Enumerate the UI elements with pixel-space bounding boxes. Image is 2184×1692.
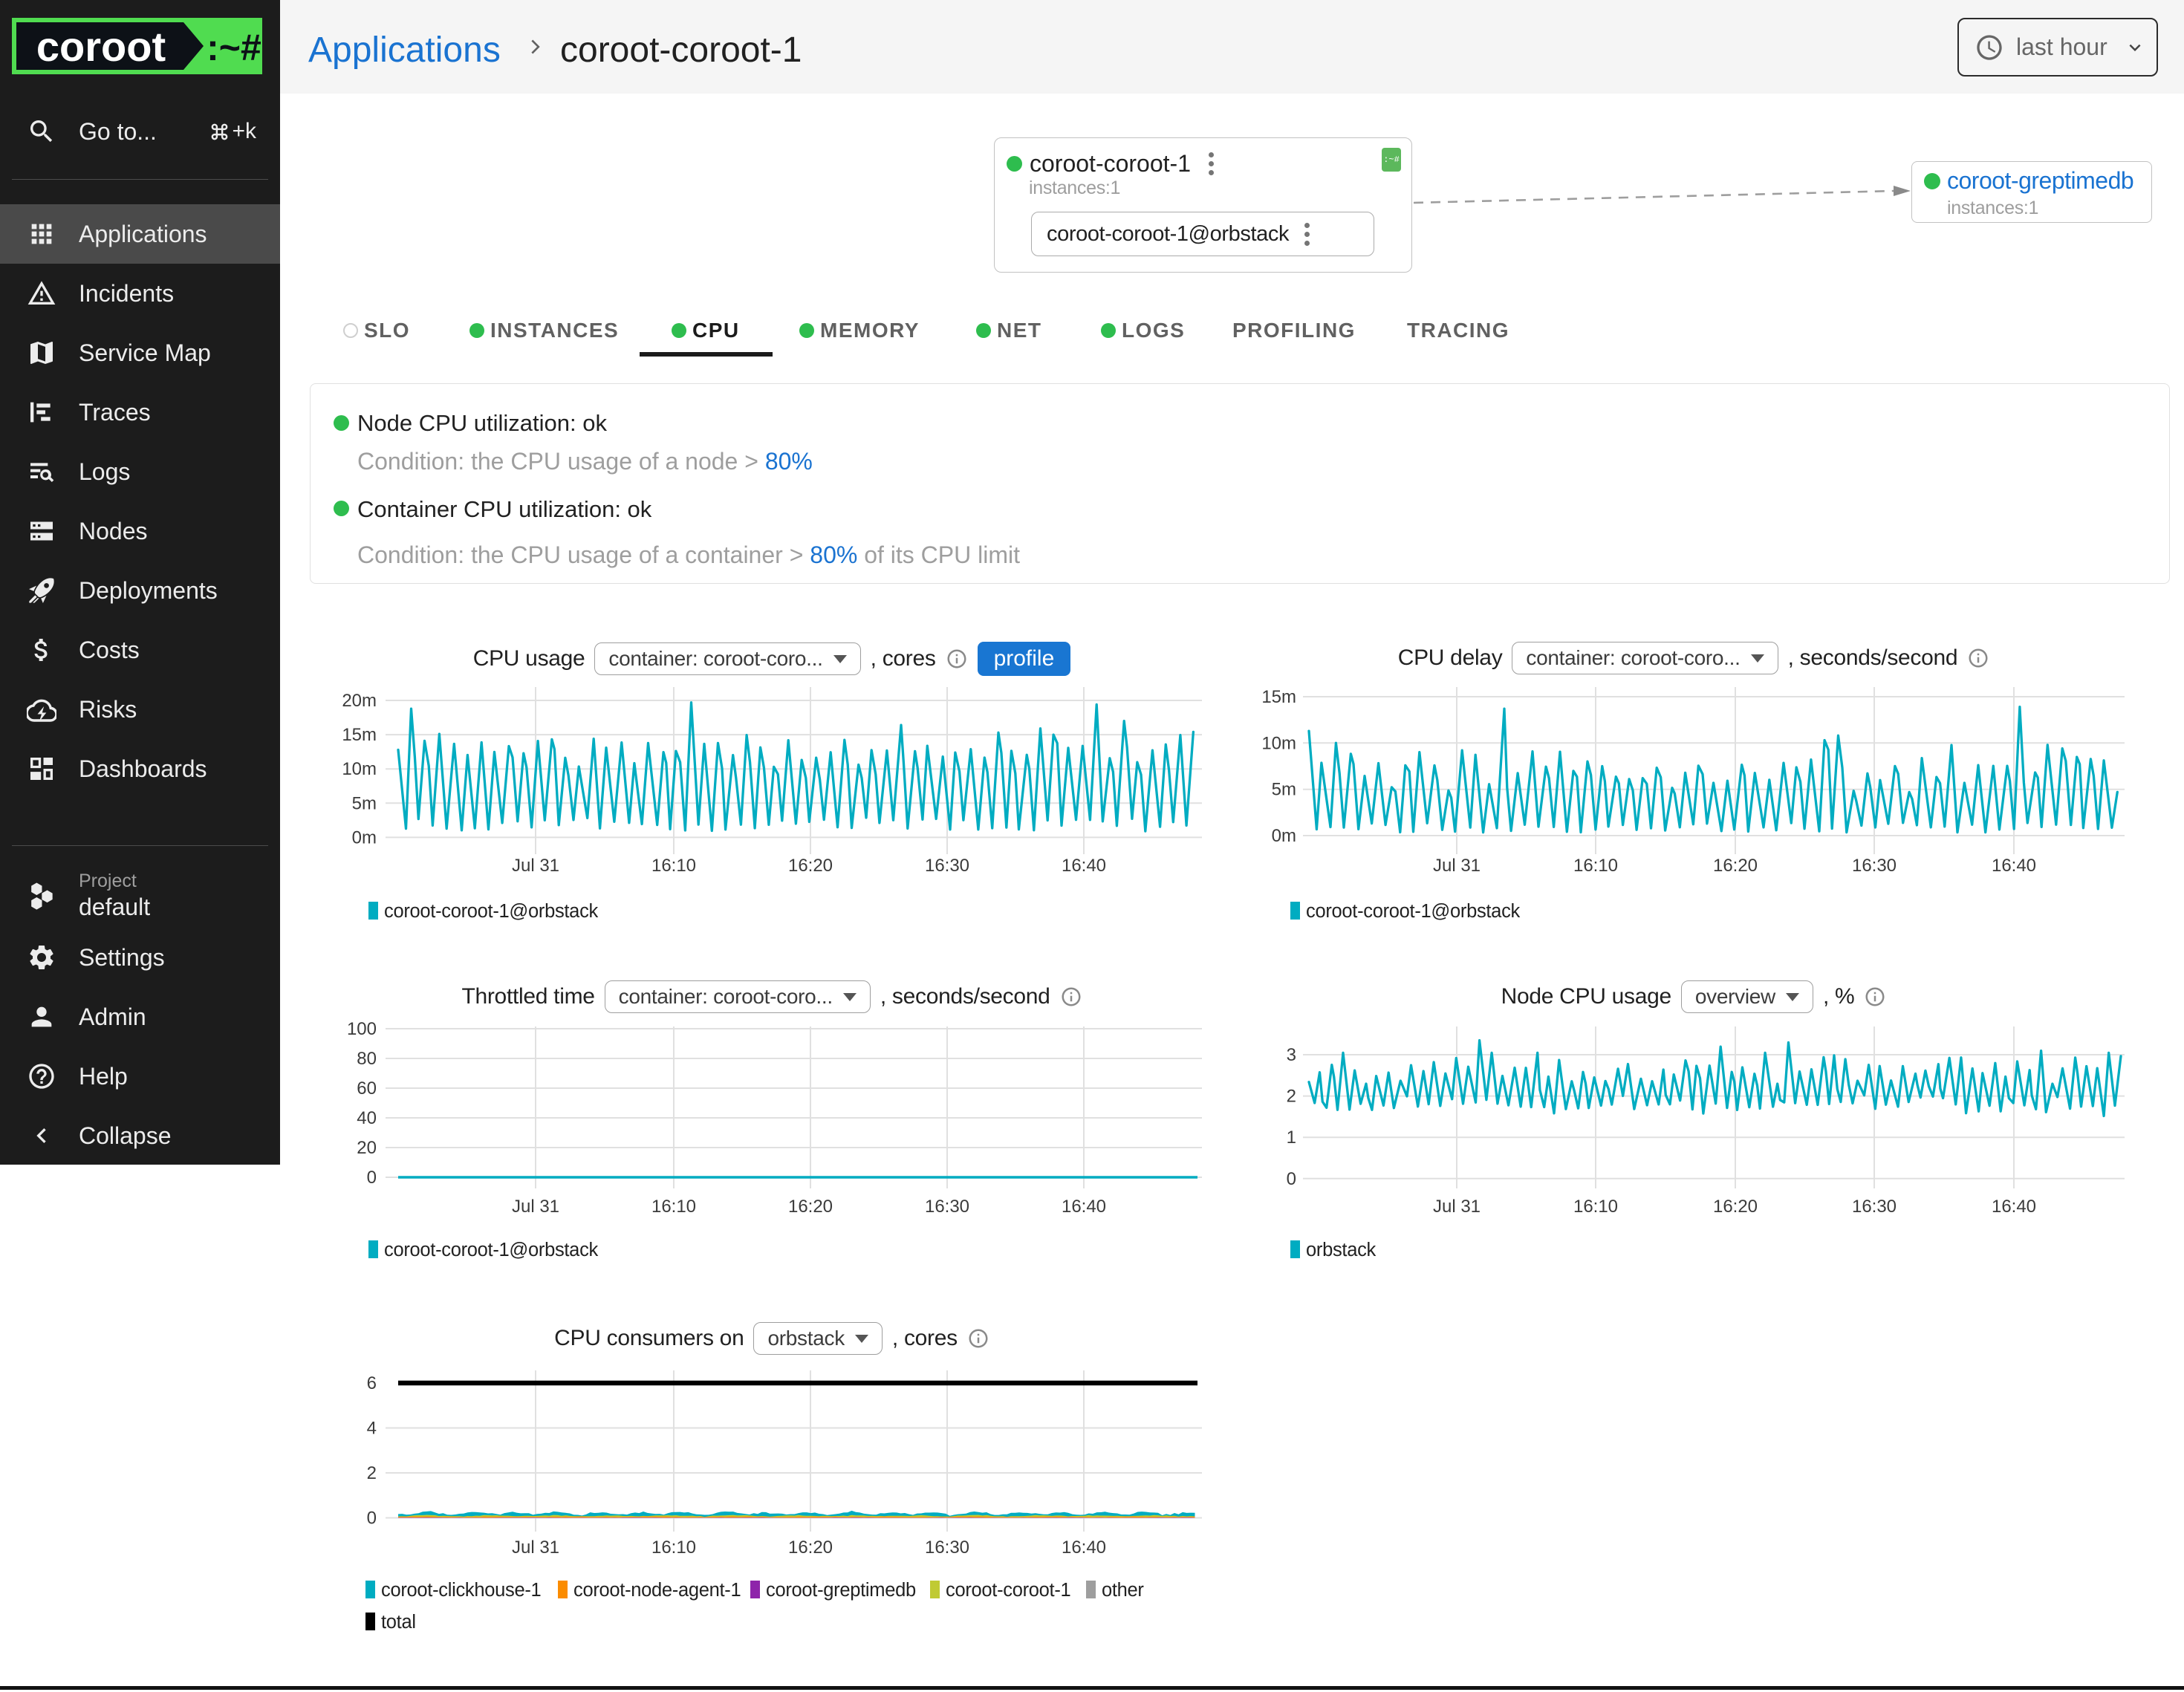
svg-text:Jul 31: Jul 31 — [512, 856, 559, 876]
svg-text:0m: 0m — [352, 827, 377, 847]
svg-text:2: 2 — [367, 1463, 377, 1483]
svg-text:coroot-coroot-1@orbstack: coroot-coroot-1@orbstack — [384, 1240, 599, 1260]
svg-text:coroot-node-agent-1: coroot-node-agent-1 — [573, 1580, 741, 1601]
svg-text:60: 60 — [357, 1078, 377, 1099]
svg-text:0: 0 — [367, 1509, 377, 1529]
svg-text:5m: 5m — [352, 793, 377, 813]
svg-text:coroot-greptimedb: coroot-greptimedb — [766, 1580, 916, 1601]
svg-text:16:40: 16:40 — [1062, 1197, 1106, 1217]
svg-text:0: 0 — [1287, 1169, 1296, 1189]
svg-text:2: 2 — [1287, 1087, 1296, 1107]
svg-text:16:40: 16:40 — [1062, 856, 1106, 876]
svg-text:16:30: 16:30 — [925, 856, 969, 876]
svg-text:coroot-coroot-1: coroot-coroot-1 — [946, 1580, 1070, 1601]
svg-text:3: 3 — [1287, 1045, 1296, 1065]
svg-text:Jul 31: Jul 31 — [1433, 1197, 1481, 1217]
svg-text:coroot-clickhouse-1: coroot-clickhouse-1 — [381, 1580, 541, 1601]
svg-text:16:40: 16:40 — [1992, 856, 2036, 876]
svg-text:16:30: 16:30 — [925, 1197, 969, 1217]
svg-text:coroot: coroot — [36, 23, 166, 70]
svg-text:Jul 31: Jul 31 — [512, 1538, 559, 1558]
svg-text:6: 6 — [367, 1373, 377, 1393]
svg-text:16:20: 16:20 — [1713, 856, 1758, 876]
svg-text:10m: 10m — [1261, 733, 1296, 753]
svg-text:16:40: 16:40 — [1992, 1197, 2036, 1217]
svg-text:15m: 15m — [342, 725, 377, 745]
svg-text::~#: :~# — [207, 27, 261, 68]
svg-text:20: 20 — [357, 1138, 377, 1158]
svg-text:16:10: 16:10 — [651, 1538, 696, 1558]
svg-text:0m: 0m — [1272, 826, 1296, 846]
svg-text:16:30: 16:30 — [925, 1538, 969, 1558]
svg-text:0: 0 — [367, 1168, 377, 1188]
svg-text:10m: 10m — [342, 759, 377, 779]
svg-text:Jul 31: Jul 31 — [512, 1197, 559, 1217]
svg-text:16:30: 16:30 — [1852, 856, 1897, 876]
svg-text:16:20: 16:20 — [1713, 1197, 1758, 1217]
svg-text:16:10: 16:10 — [1573, 1197, 1618, 1217]
svg-text:1: 1 — [1287, 1128, 1296, 1148]
svg-text:16:20: 16:20 — [788, 1197, 833, 1217]
svg-text:40: 40 — [357, 1108, 377, 1128]
svg-text:coroot-coroot-1@orbstack: coroot-coroot-1@orbstack — [384, 901, 599, 922]
svg-text:total: total — [381, 1612, 416, 1633]
svg-text:coroot-coroot-1@orbstack: coroot-coroot-1@orbstack — [1306, 901, 1521, 922]
svg-text:16:40: 16:40 — [1062, 1538, 1106, 1558]
svg-text:100: 100 — [347, 1019, 377, 1039]
svg-text:16:10: 16:10 — [1573, 856, 1618, 876]
svg-text:5m: 5m — [1272, 780, 1296, 800]
svg-text:80: 80 — [357, 1049, 377, 1069]
svg-text:orbstack: orbstack — [1306, 1240, 1377, 1260]
svg-text:Jul 31: Jul 31 — [1433, 856, 1481, 876]
svg-text:20m: 20m — [342, 691, 377, 711]
svg-text:16:20: 16:20 — [788, 856, 833, 876]
svg-text:16:10: 16:10 — [651, 856, 696, 876]
svg-text:16:30: 16:30 — [1852, 1197, 1897, 1217]
svg-text:16:10: 16:10 — [651, 1197, 696, 1217]
svg-text:15m: 15m — [1261, 687, 1296, 707]
svg-text:4: 4 — [367, 1419, 377, 1439]
svg-text:16:20: 16:20 — [788, 1538, 833, 1558]
svg-text:other: other — [1102, 1580, 1144, 1601]
